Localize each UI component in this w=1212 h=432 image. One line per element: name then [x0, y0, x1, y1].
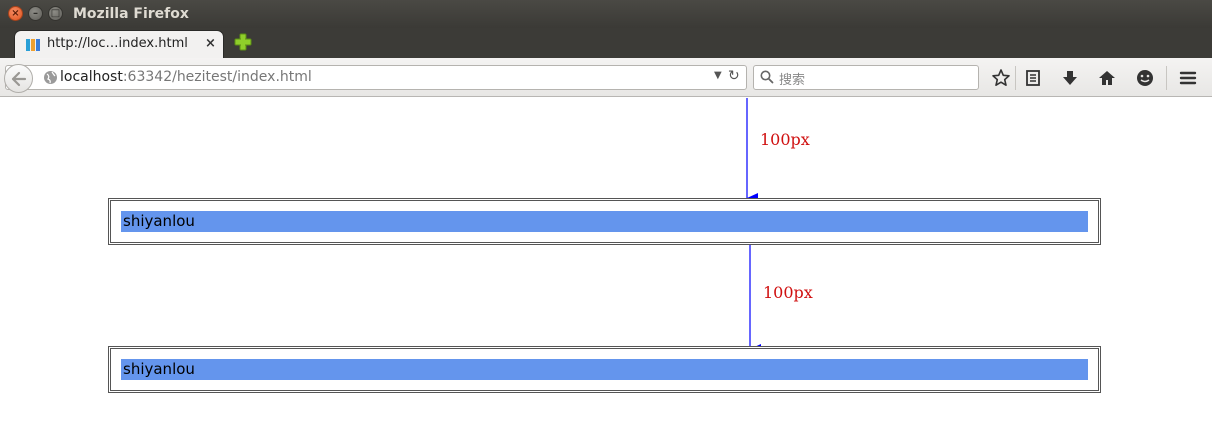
window-titlebar: × – □ Mozilla Firefox — [0, 0, 1212, 28]
url-text[interactable]: localhost:63342/hezitest/index.html — [60, 69, 312, 85]
url-bar[interactable]: localhost:63342/hezitest/index.html ▼ ↻ — [5, 65, 747, 90]
tab-index-html[interactable]: http://loc…index.html × — [14, 30, 224, 58]
home-icon[interactable] — [1097, 68, 1117, 88]
inner-box-text: shiyanlou — [123, 360, 195, 378]
tab-close-icon[interactable]: × — [205, 36, 216, 51]
window-title: Mozilla Firefox — [73, 6, 189, 22]
window-minimize-button[interactable]: – — [28, 6, 43, 21]
back-arrow-icon — [11, 71, 27, 87]
reload-icon[interactable]: ↻ — [728, 68, 740, 84]
search-bar[interactable]: 搜索 — [753, 65, 979, 90]
url-path: :63342/hezitest/index.html — [122, 69, 312, 85]
inner-box-text: shiyanlou — [123, 212, 195, 230]
url-host: localhost — [60, 69, 123, 85]
page-content: 100px 100px shiyanlou shiyanlou — [0, 98, 1212, 432]
tab-strip: http://loc…index.html × — [0, 28, 1212, 58]
page-favicon-icon — [26, 39, 40, 51]
toolbar-separator — [1166, 66, 1167, 90]
between-margin-label: 100px — [763, 283, 813, 302]
bookmarks-menu-icon[interactable] — [1023, 68, 1043, 88]
bookmark-star-icon[interactable] — [991, 68, 1011, 88]
back-button[interactable] — [4, 64, 33, 93]
downloads-icon[interactable] — [1060, 68, 1080, 88]
outer-box-1: shiyanlou — [108, 198, 1101, 245]
tab-title: http://loc…index.html — [47, 36, 188, 51]
window-maximize-button[interactable]: □ — [48, 6, 63, 21]
search-icon — [760, 70, 774, 84]
top-margin-label: 100px — [760, 130, 810, 149]
inner-box-1: shiyanlou — [121, 211, 1088, 232]
url-dropdown-icon[interactable]: ▼ — [714, 70, 722, 81]
outer-box-2: shiyanlou — [108, 346, 1101, 393]
hello-chat-icon[interactable] — [1135, 68, 1155, 88]
globe-icon — [44, 71, 57, 84]
search-placeholder: 搜索 — [779, 73, 806, 88]
window-close-button[interactable]: × — [8, 6, 23, 21]
navigation-toolbar: localhost:63342/hezitest/index.html ▼ ↻ … — [0, 58, 1212, 97]
inner-box-2: shiyanlou — [121, 359, 1088, 380]
hamburger-menu-icon[interactable] — [1178, 68, 1198, 88]
toolbar-separator — [1015, 66, 1016, 90]
new-tab-plus-icon[interactable] — [234, 33, 252, 51]
